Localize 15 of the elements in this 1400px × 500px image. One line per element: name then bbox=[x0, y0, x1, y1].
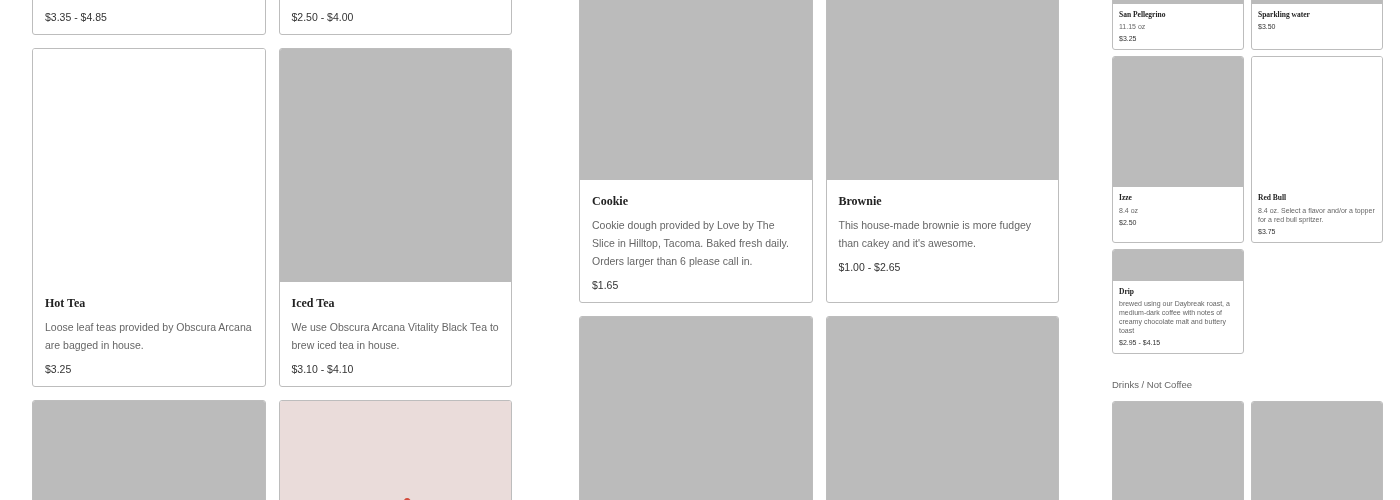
item-price: $3.10 - $4.10 bbox=[291, 362, 355, 377]
section-heading: Drinks / Not Coffee bbox=[1112, 377, 1194, 392]
item-title: Brownie bbox=[838, 193, 883, 210]
item-price: $3.25 bbox=[45, 362, 73, 377]
item-description: This house-made brownie is more fudgey than cakey and it's awesome. bbox=[838, 218, 1033, 251]
item-description: Loose leaf teas provided by Obscura Arcana are bagged in house. bbox=[45, 320, 253, 353]
item-title: Hot Tea bbox=[45, 295, 87, 312]
item-description: Cookie dough provided by Love by The Slice in Hilltop, Tacoma. Baked fresh daily. Orders larger than 6 please call in. bbox=[592, 218, 790, 269]
item-price: $1.00 - $2.65 bbox=[838, 260, 902, 275]
item-price: $3.35 - $4.85 bbox=[45, 10, 108, 25]
item-price: $2.50 - $4.00 bbox=[291, 10, 355, 25]
item-description: We use Obscura Arcana Vitality Black Tea to brew iced tea in house. bbox=[291, 320, 499, 353]
item-title: Cookie bbox=[592, 193, 629, 210]
item-title: Iced Tea bbox=[291, 295, 336, 312]
item-price: $1.65 bbox=[592, 278, 620, 293]
